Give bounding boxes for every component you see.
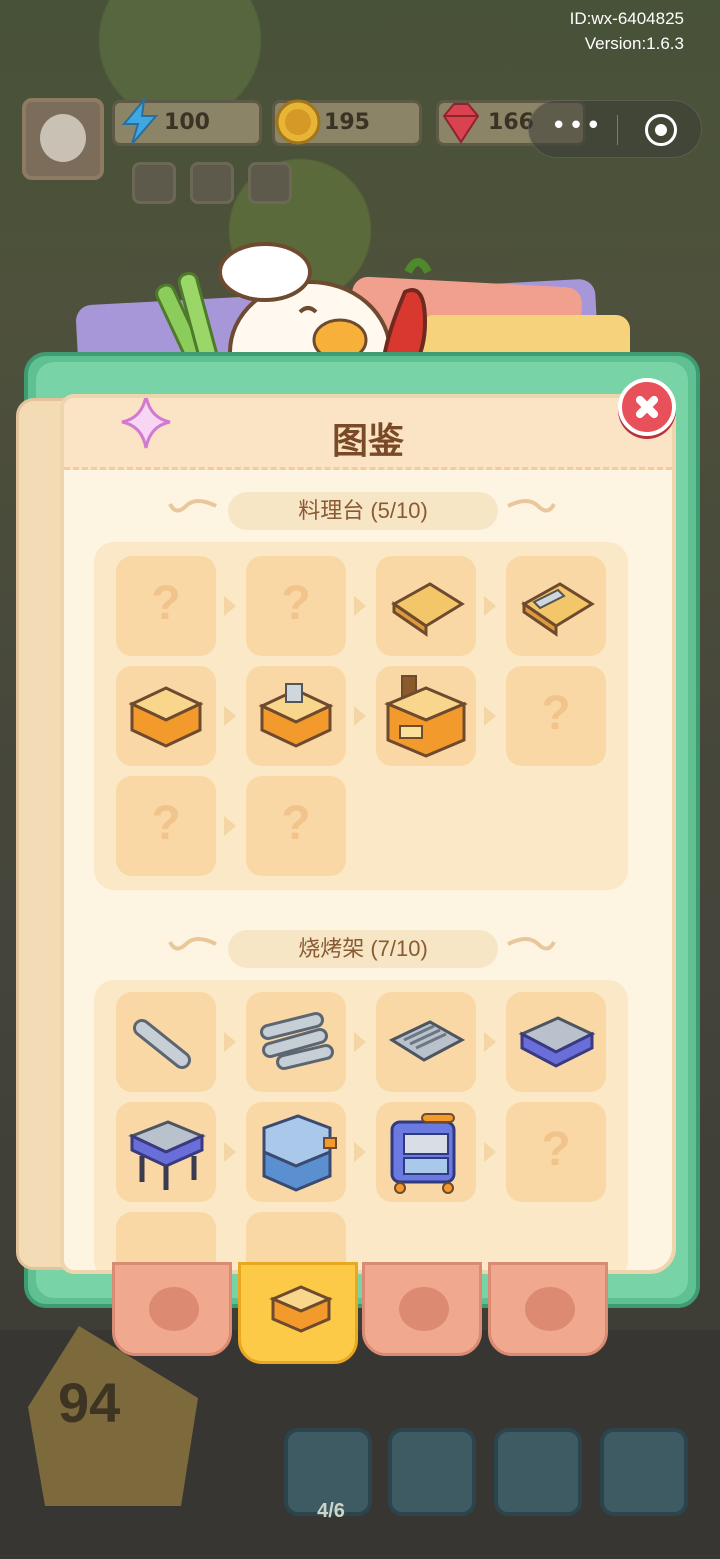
cooking-counter-grid: ? ? ? ? ? bbox=[94, 542, 628, 890]
counter-slot-drawer-counter[interactable] bbox=[376, 666, 476, 766]
counter-slot-board-knife[interactable] bbox=[506, 556, 606, 656]
unknown-mark: ? bbox=[541, 687, 571, 740]
more-menu-icon[interactable]: ••• bbox=[551, 111, 603, 141]
cabinet-grill-icon bbox=[262, 1114, 337, 1192]
version-label: Version:1.6.3 bbox=[584, 34, 684, 53]
grill-slot-grate[interactable] bbox=[376, 992, 476, 1092]
collection-page: 图鉴 料理台 (5/10) ? ? ? ? ? 烧烤架 (7/10) ? bbox=[60, 394, 676, 1274]
gem-value: 166 bbox=[488, 110, 534, 135]
knife-table-icon bbox=[258, 683, 334, 748]
energy-value: 100 bbox=[164, 110, 210, 135]
notification-button[interactable] bbox=[248, 162, 292, 204]
ornament-left-icon bbox=[168, 499, 217, 513]
grill-grid: ? bbox=[94, 980, 628, 1270]
counter-slot-locked[interactable]: ? bbox=[246, 556, 346, 656]
arrow-right-icon bbox=[484, 596, 496, 616]
mail-button[interactable] bbox=[190, 162, 234, 204]
ornament-left-icon bbox=[168, 937, 217, 951]
player-avatar[interactable] bbox=[22, 98, 104, 180]
counter-tab-icon bbox=[269, 1285, 333, 1333]
board-knife-icon bbox=[521, 582, 595, 637]
bbq-grill-icon bbox=[128, 1120, 206, 1190]
ornament-right-icon bbox=[507, 937, 556, 951]
grill-slot-bbq[interactable] bbox=[116, 1102, 216, 1202]
grill-slot-locked[interactable]: ? bbox=[506, 1102, 606, 1202]
capsule-divider bbox=[617, 115, 618, 145]
counter-slot-knife-table[interactable] bbox=[246, 666, 346, 766]
metal-pipes-icon bbox=[260, 1012, 334, 1070]
arrow-right-icon bbox=[484, 706, 496, 726]
arrow-right-icon bbox=[484, 1142, 496, 1162]
tab-decorations[interactable] bbox=[488, 1262, 608, 1356]
arrow-right-icon bbox=[354, 1032, 366, 1052]
lightning-icon bbox=[121, 98, 159, 145]
unknown-mark: ? bbox=[281, 577, 311, 630]
grill-slot-cabinet-grill[interactable] bbox=[246, 1102, 346, 1202]
counter-slot-locked[interactable]: ? bbox=[116, 776, 216, 876]
player-id: ID:wx-6404825 bbox=[569, 9, 684, 28]
pet-button[interactable] bbox=[494, 1428, 582, 1516]
cutting-board-icon bbox=[391, 582, 465, 637]
dish-silhouette-icon bbox=[399, 1287, 449, 1331]
unknown-mark: ? bbox=[151, 577, 181, 630]
close-button[interactable] bbox=[618, 378, 676, 436]
counter-slot-locked[interactable]: ? bbox=[116, 556, 216, 656]
arrow-right-icon bbox=[354, 1142, 366, 1162]
unknown-mark: ? bbox=[281, 797, 311, 850]
tab-ingredients[interactable] bbox=[112, 1262, 232, 1356]
tab-equipment[interactable] bbox=[238, 1262, 358, 1364]
arrow-right-icon bbox=[224, 816, 236, 836]
arrow-right-icon bbox=[224, 1142, 236, 1162]
food-silhouette-icon bbox=[149, 1287, 199, 1331]
gift-progress: 4/6 bbox=[317, 1500, 345, 1522]
arrow-right-icon bbox=[484, 1032, 496, 1052]
gem-icon bbox=[442, 103, 480, 144]
cart-grill-icon bbox=[390, 1113, 456, 1194]
grill-grate-icon bbox=[388, 1020, 466, 1062]
unknown-mark: ? bbox=[541, 1123, 571, 1176]
unknown-mark: ? bbox=[151, 797, 181, 850]
coin-icon bbox=[275, 99, 321, 145]
section-title-grill: 烧烤架 (7/10) bbox=[228, 930, 498, 968]
counter-slot-cutting-board[interactable] bbox=[376, 556, 476, 656]
grill-slot-cart-grill[interactable] bbox=[376, 1102, 476, 1202]
counter-slot-small-table[interactable] bbox=[116, 666, 216, 766]
sparkle-icon bbox=[121, 398, 171, 449]
ornament-right-icon bbox=[507, 499, 556, 513]
grill-tray-icon bbox=[518, 1016, 596, 1068]
grill-slot-pipe[interactable] bbox=[116, 992, 216, 1092]
counter-slot-locked[interactable]: ? bbox=[246, 776, 346, 876]
miniprogram-capsule: ••• bbox=[528, 100, 702, 158]
arrow-right-icon bbox=[224, 706, 236, 726]
small-prep-table-icon bbox=[128, 686, 204, 748]
arrow-right-icon bbox=[224, 1032, 236, 1052]
arrow-right-icon bbox=[224, 596, 236, 616]
arrow-right-icon bbox=[354, 706, 366, 726]
coin-value: 195 bbox=[324, 110, 370, 135]
build-info: ID:wx-6404825 Version:1.6.3 bbox=[570, 6, 684, 56]
settings-button[interactable] bbox=[132, 162, 176, 204]
level-value: 94 bbox=[58, 1371, 121, 1434]
chef-avatar-icon bbox=[40, 114, 86, 162]
recipe-book-button[interactable] bbox=[388, 1428, 476, 1516]
close-miniprogram-icon[interactable] bbox=[645, 114, 677, 146]
drawer-counter-icon bbox=[384, 675, 468, 758]
map-button[interactable] bbox=[600, 1428, 688, 1516]
counter-slot-locked[interactable]: ? bbox=[506, 666, 606, 766]
grill-slot-pipes[interactable] bbox=[246, 992, 346, 1092]
metal-pipe-icon bbox=[133, 1019, 191, 1069]
tab-dishes[interactable] bbox=[362, 1262, 482, 1356]
decoration-silhouette-icon bbox=[525, 1287, 575, 1331]
grill-slot-tray[interactable] bbox=[506, 992, 606, 1092]
section-title-cooking-counter: 料理台 (5/10) bbox=[228, 492, 498, 530]
arrow-right-icon bbox=[354, 596, 366, 616]
